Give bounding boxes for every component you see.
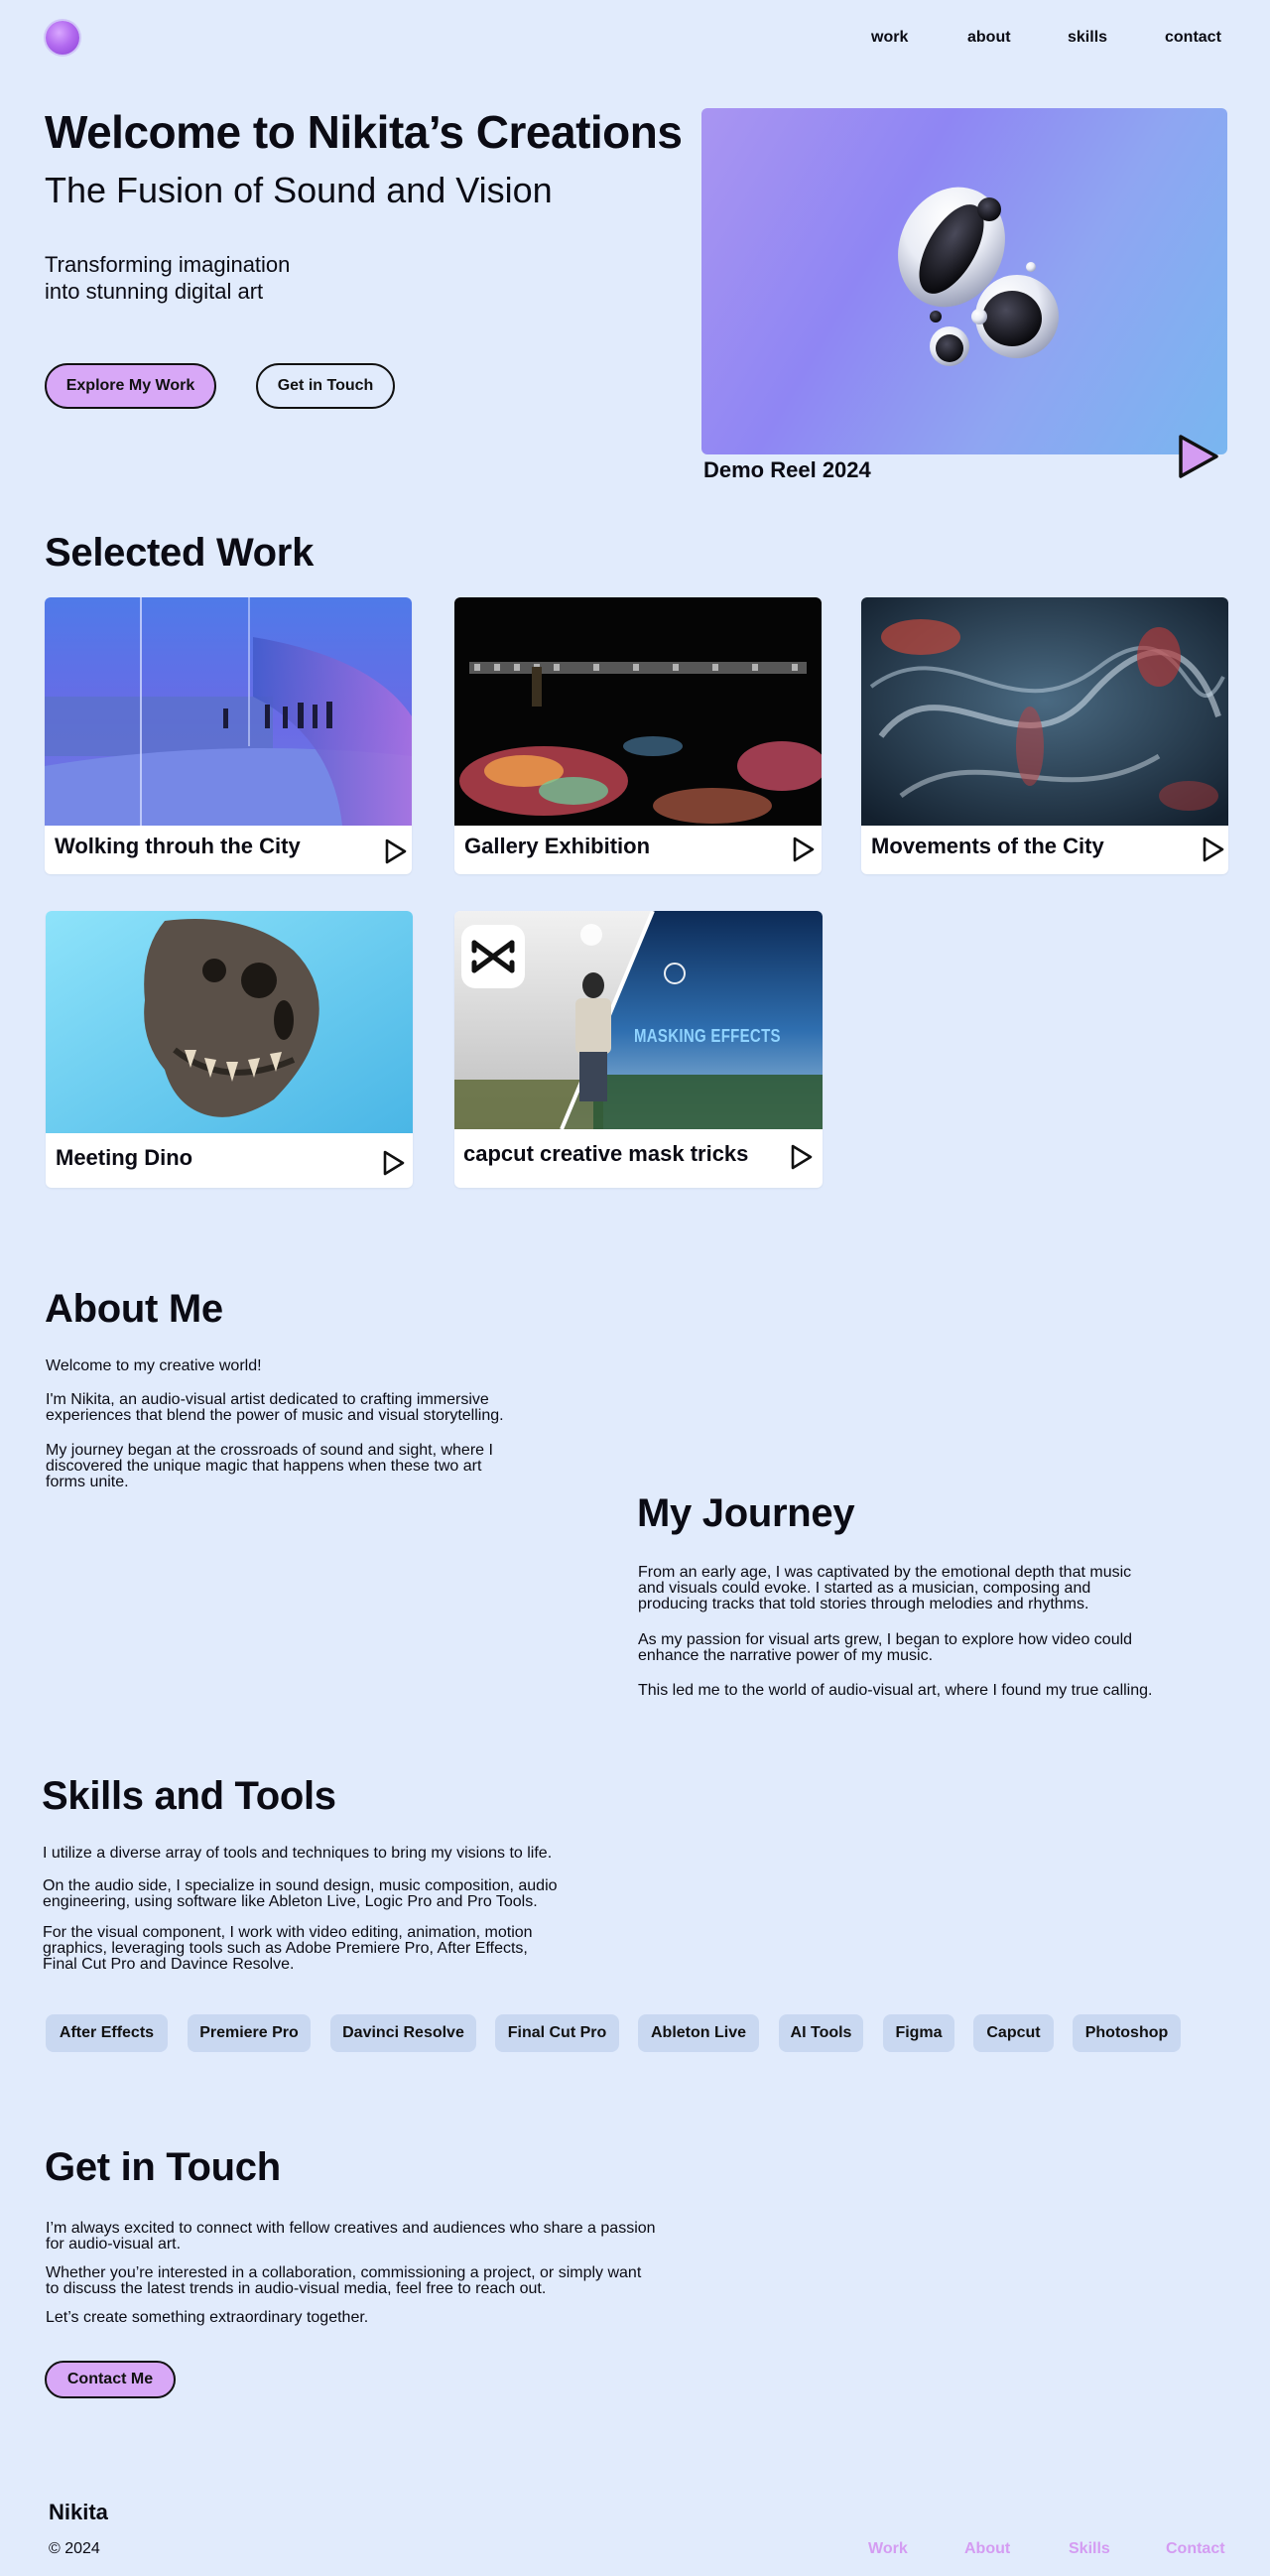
get-in-touch-button[interactable]: Get in Touch [256,363,395,409]
work-title: Wolking throuh the City [55,834,301,858]
work-thumbnail [46,911,413,1133]
play-icon[interactable] [1177,433,1220,480]
footer-link-work[interactable]: Work [868,2540,908,2558]
skills-paragraph: For the visual component, I work with vi… [43,1924,533,1973]
contact-paragraph: Whether you’re interested in a collabora… [46,2264,642,2297]
play-icon[interactable] [792,836,816,863]
skill-chip: Final Cut Pro [495,2014,619,2052]
contact-title: Get in Touch [45,2145,281,2189]
skill-chip: AI Tools [779,2014,863,2052]
nav-skills[interactable]: skills [1068,29,1107,47]
work-title: Movements of the City [871,834,1104,858]
journey-paragraph: From an early age, I was captivated by t… [638,1564,1132,1612]
work-card-meeting-dino[interactable]: Meeting Dino [46,911,413,1188]
work-card-capcut-mask[interactable]: MASKING EFFECTS capcut creative mask tri… [454,911,823,1188]
about-paragraph: My journey began at the crossroads of so… [46,1442,493,1490]
contact-me-button[interactable]: Contact Me [45,2361,176,2398]
explore-work-button[interactable]: Explore My Work [45,363,216,409]
work-title: Meeting Dino [56,1145,193,1170]
skill-chip: Davinci Resolve [330,2014,476,2052]
play-icon[interactable] [382,1149,406,1177]
skills-paragraph: I utilize a diverse array of tools and t… [43,1845,553,1862]
skills-paragraph: On the audio side, I specialize in sound… [43,1877,558,1910]
skill-chip: After Effects [46,2014,168,2052]
work-thumbnail [861,597,1228,826]
skill-chip: Capcut [973,2014,1054,2052]
work-card-city-movements[interactable]: Movements of the City [861,597,1228,874]
play-icon[interactable] [384,837,408,865]
play-icon[interactable] [790,1143,814,1171]
contact-paragraph: I’m always excited to connect with fello… [46,2220,656,2253]
play-icon[interactable] [1202,836,1225,863]
footer-link-contact[interactable]: Contact [1166,2540,1225,2558]
work-section-title: Selected Work [45,531,315,575]
footer-brand: Nikita [49,2500,108,2524]
contact-paragraph: Let’s create something extraordinary tog… [46,2309,369,2326]
footer-link-about[interactable]: About [964,2540,1010,2558]
work-thumbnail: MASKING EFFECTS [454,911,823,1129]
skills-title: Skills and Tools [42,1774,336,1818]
nav-about[interactable]: about [967,29,1011,47]
work-thumbnail [454,597,822,826]
skill-chip: Premiere Pro [188,2014,311,2052]
logo[interactable] [46,21,79,55]
about-title: About Me [45,1287,223,1331]
work-card-gallery-exhibition[interactable]: Gallery Exhibition [454,597,822,874]
skill-chip: Photoshop [1073,2014,1181,2052]
journey-paragraph: As my passion for visual arts grew, I be… [638,1631,1133,1664]
about-paragraph: Welcome to my creative world! [46,1357,262,1374]
footer-link-skills[interactable]: Skills [1069,2540,1110,2558]
journey-title: My Journey [637,1491,855,1535]
skill-chip: Figma [883,2014,954,2052]
journey-paragraph: This led me to the world of audio-visual… [638,1682,1153,1699]
skill-chip: Ableton Live [638,2014,759,2052]
work-title: capcut creative mask tricks [463,1141,749,1166]
hero-lead: Transforming imagination into stunning d… [45,252,291,304]
reel-title: Demo Reel 2024 [703,457,871,482]
work-thumbnail [45,597,412,826]
hero-title: Welcome to Nikita’s Creations [45,106,683,158]
work-title: Gallery Exhibition [464,834,651,858]
demo-reel-video[interactable] [701,108,1227,454]
capcut-logo-icon [461,925,525,988]
footer-copyright: © 2024 [49,2540,100,2557]
nav-work[interactable]: work [871,29,908,47]
capcut-overlay-text: MASKING EFFECTS [634,1026,781,1047]
hero-subtitle: The Fusion of Sound and Vision [45,170,553,210]
work-card-city-walk[interactable]: Wolking throuh the City [45,597,412,874]
about-paragraph: I'm Nikita, an audio-visual artist dedic… [46,1391,504,1424]
nav-contact[interactable]: contact [1165,29,1221,47]
chrome-blob-illustration [898,187,1059,366]
